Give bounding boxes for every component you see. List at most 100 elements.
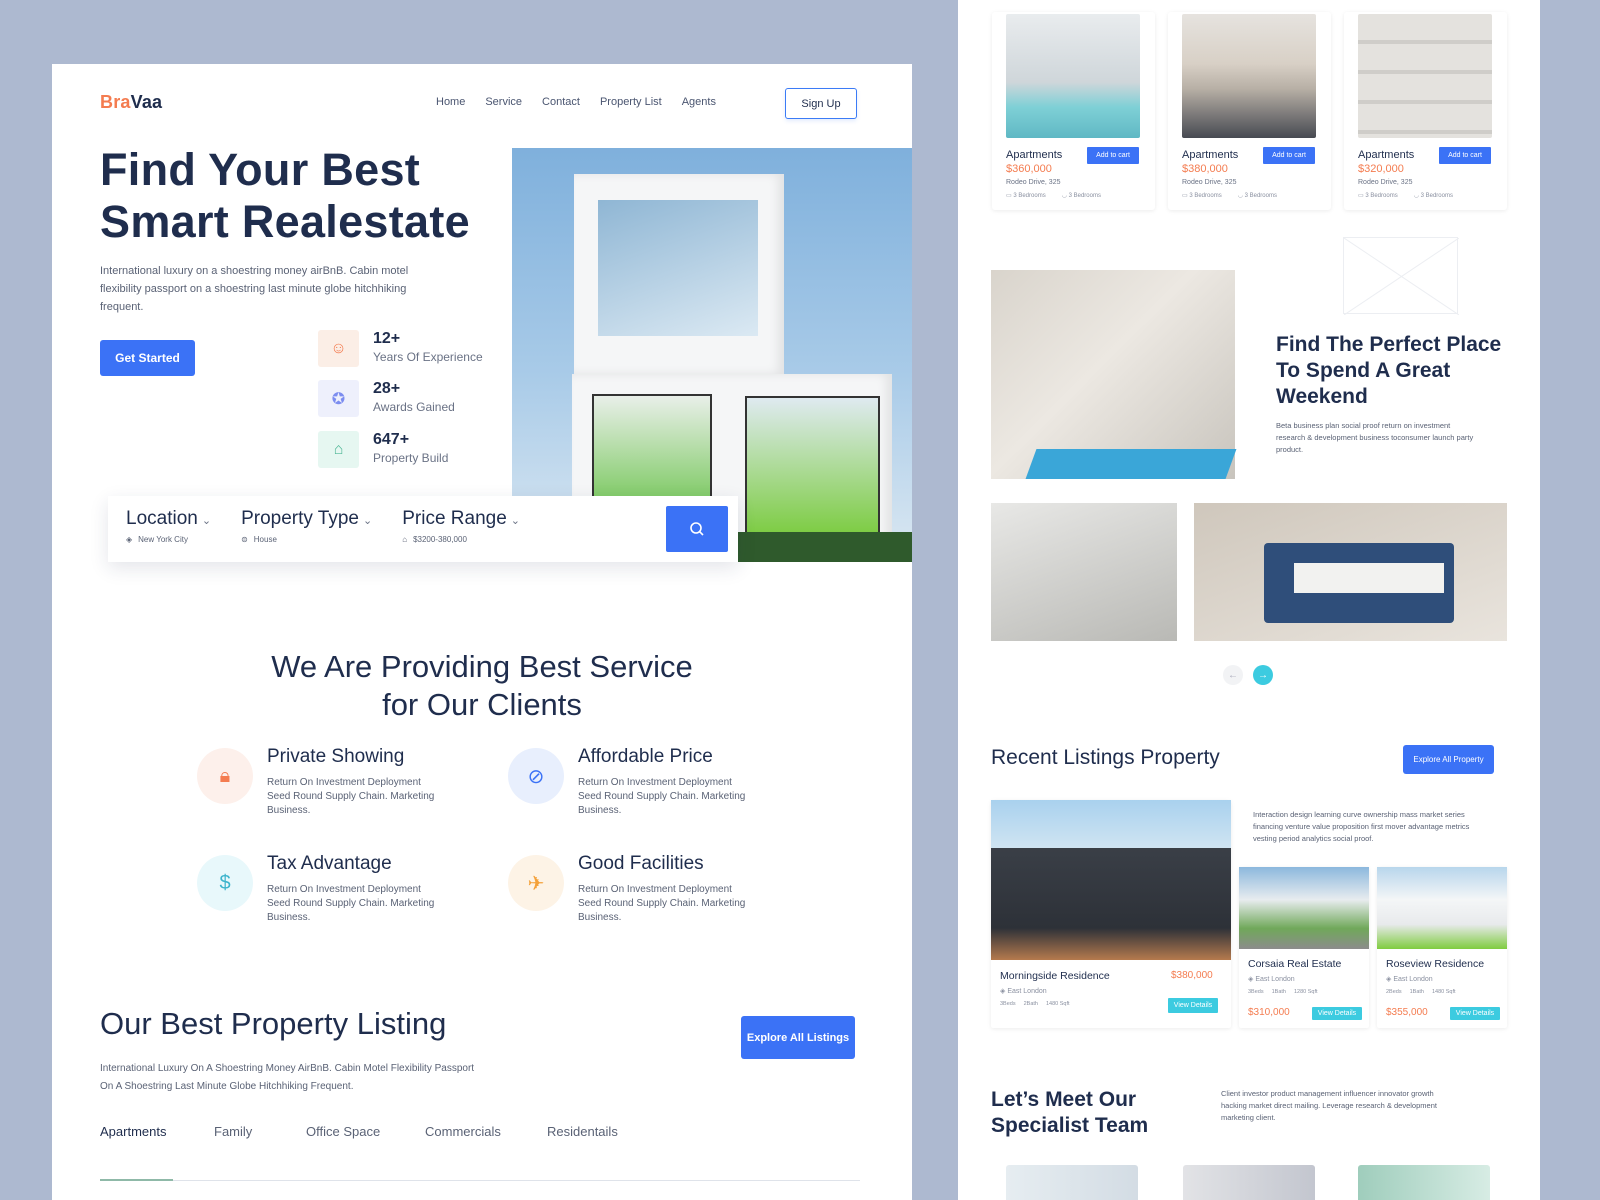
- listing-image: [991, 800, 1231, 960]
- hero-title-line-2: Smart Realestate: [100, 196, 470, 247]
- stat-value: 12+: [373, 330, 401, 347]
- add-to-cart-label: Add to cart: [1448, 152, 1482, 159]
- add-to-cart-label: Add to cart: [1096, 152, 1130, 159]
- listing-name: Corsaia Real Estate: [1248, 958, 1342, 970]
- arrow-left-icon: ←: [1228, 669, 1238, 681]
- listing-meta: 3Beds 1Bath 1280 Sqft: [1248, 989, 1318, 995]
- recent-listing-card[interactable]: Roseview Residence ◈ East London 2Beds 1B…: [1377, 867, 1507, 1028]
- nav-agents[interactable]: Agents: [682, 96, 716, 108]
- service-title: Tax Advantage: [267, 853, 392, 874]
- listing-desc-line-2: On A Shoestring Last Minute Globe Hitchh…: [100, 1081, 354, 1092]
- carousel-prev-button[interactable]: ←: [1223, 665, 1243, 685]
- service-private-showing: 🔒︎ Private Showing Return On Investment D…: [197, 746, 487, 818]
- service-desc: Return On Investment Deployment Seed Rou…: [578, 884, 746, 923]
- service-desc: Return On Investment Deployment Seed Rou…: [267, 777, 435, 816]
- stat-label: Awards Gained: [373, 400, 455, 414]
- listing-title: Our Best Property Listing: [100, 1006, 447, 1041]
- view-details-button[interactable]: View Details: [1450, 1007, 1500, 1020]
- nav-home[interactable]: Home: [436, 96, 465, 108]
- active-tab-indicator: [100, 1179, 173, 1181]
- add-to-cart-button[interactable]: Add to cart: [1087, 147, 1139, 164]
- tab-apartments[interactable]: Apartments: [100, 1124, 214, 1151]
- bath-icon: ◡ 3 Bedrooms: [1061, 193, 1101, 199]
- arrow-right-icon: →: [1258, 669, 1268, 681]
- nav-property-list[interactable]: Property List: [600, 96, 662, 108]
- services-title-line-1: We Are Providing Best Service: [271, 649, 693, 684]
- tab-family[interactable]: Family: [214, 1124, 306, 1151]
- house-heart-icon: ⌂: [318, 431, 359, 468]
- lock-icon: 🔒︎: [197, 748, 253, 804]
- search-icon: [690, 522, 704, 536]
- landing-page-right: Apartments $360,000 Rodeo Drive, 325 ▭ 3…: [958, 0, 1540, 1200]
- apartment-image: [1358, 14, 1492, 138]
- logo-part-1: Bra: [100, 92, 131, 112]
- apartment-type: Apartments: [1006, 149, 1063, 161]
- view-details-button[interactable]: View Details: [1312, 1007, 1362, 1020]
- location-dropdown[interactable]: Location ⌄ ◈ New York City: [126, 508, 211, 550]
- sign-up-button[interactable]: Sign Up: [785, 88, 857, 119]
- bed-icon: ▭ 3 Bedrooms: [1358, 193, 1398, 199]
- add-to-cart-button[interactable]: Add to cart: [1263, 147, 1315, 164]
- airplane-icon: ✈: [508, 855, 564, 911]
- carousel-next-button[interactable]: →: [1253, 665, 1273, 685]
- property-search-bar: Location ⌄ ◈ New York City Property Type ⌄ …: [108, 496, 738, 562]
- brain-head-icon: ☺: [318, 330, 359, 367]
- price-range-value: $3200-380,000: [413, 535, 467, 544]
- listing-description: International Luxury On A Shoestring Mon…: [100, 1060, 500, 1096]
- apartment-meta: ▭ 3 Bedrooms ◡ 3 Bedrooms: [1358, 192, 1453, 199]
- apartment-type: Apartments: [1358, 149, 1415, 161]
- explore-all-listings-button[interactable]: Explore All Listings: [741, 1016, 855, 1059]
- stat-awards: ✪ 28+ Awards Gained: [318, 380, 455, 417]
- team-member-photo: [1006, 1165, 1138, 1200]
- weekend-title: Find The Perfect Place To Spend A Great …: [1276, 333, 1502, 408]
- apartment-card[interactable]: Apartments $360,000 Rodeo Drive, 325 ▭ 3…: [992, 12, 1155, 210]
- bedroom-image: [1194, 503, 1507, 641]
- view-details-label: View Details: [1317, 1010, 1357, 1017]
- apartment-address: Rodeo Drive, 325: [1358, 179, 1413, 186]
- listing-image: [1239, 867, 1369, 949]
- stat-value: 647+: [373, 431, 410, 448]
- listing-name: Roseview Residence: [1386, 958, 1485, 970]
- service-title: Good Facilities: [578, 853, 704, 874]
- view-details-button[interactable]: View Details: [1168, 998, 1218, 1013]
- add-to-cart-label: Add to cart: [1272, 152, 1306, 159]
- main-nav: Home Service Contact Property List Agent…: [436, 96, 716, 108]
- nav-service[interactable]: Service: [485, 96, 522, 108]
- listing-tabs: Apartments Family Office Space Commercia…: [100, 1124, 618, 1151]
- service-tax-advantage: $ Tax Advantage Return On Investment Depl…: [197, 853, 487, 925]
- service-title: Affordable Price: [578, 746, 713, 767]
- award-ribbon-icon: ✪: [318, 380, 359, 417]
- bath-icon: ◡ 3 Bedrooms: [1413, 193, 1453, 199]
- listing-meta: 3Beds 2Bath 1480 Sqft: [1000, 1001, 1070, 1007]
- tab-office-space[interactable]: Office Space: [306, 1124, 425, 1151]
- brand-logo[interactable]: BraVaa: [100, 92, 162, 113]
- apartment-meta: ▭ 3 Bedrooms ◡ 3 Bedrooms: [1182, 192, 1277, 199]
- price-tag-icon: ⊘: [508, 748, 564, 804]
- view-details-label: View Details: [1455, 1010, 1495, 1017]
- property-type-value: House: [253, 535, 277, 544]
- recent-listings-title: Recent Listings Property: [991, 746, 1220, 769]
- listing-location: ◈ East London: [1248, 976, 1295, 983]
- hero-description: International luxury on a shoestring mon…: [100, 265, 409, 313]
- money-bag-icon: $: [197, 855, 253, 911]
- apartment-card[interactable]: Apartments $320,000 Rodeo Drive, 325 ▭ 3…: [1344, 12, 1507, 210]
- stat-label: Property Build: [373, 451, 449, 465]
- family-weekend-image: [991, 270, 1237, 479]
- logo-part-2: Vaa: [130, 92, 163, 112]
- apartment-address: Rodeo Drive, 325: [1006, 179, 1061, 186]
- apartment-card[interactable]: Apartments $380,000 Rodeo Drive, 325 ▭ 3…: [1168, 12, 1331, 210]
- add-to-cart-button[interactable]: Add to cart: [1439, 147, 1491, 164]
- house-type-icon: ⊜: [241, 535, 248, 544]
- tab-commercials[interactable]: Commercials: [425, 1124, 547, 1151]
- price-range-dropdown[interactable]: Price Range ⌄ ⌂ $3200-380,000: [402, 508, 520, 550]
- property-type-dropdown[interactable]: Property Type ⌄ ⊜ House: [241, 508, 372, 550]
- location-value: New York City: [138, 535, 188, 544]
- explore-all-property-button[interactable]: Explore All Property: [1403, 745, 1494, 774]
- recent-listing-card[interactable]: Corsaia Real Estate ◈ East London 3Beds 1…: [1239, 867, 1369, 1028]
- search-button[interactable]: [666, 506, 728, 552]
- nav-contact[interactable]: Contact: [542, 96, 580, 108]
- chevron-down-icon: ⌄: [201, 515, 212, 527]
- get-started-button[interactable]: Get Started: [100, 340, 195, 376]
- recent-listing-card[interactable]: Morningside Residence $380,000 ◈ East Lo…: [991, 800, 1231, 1028]
- tab-residentails[interactable]: Residentails: [547, 1124, 618, 1151]
